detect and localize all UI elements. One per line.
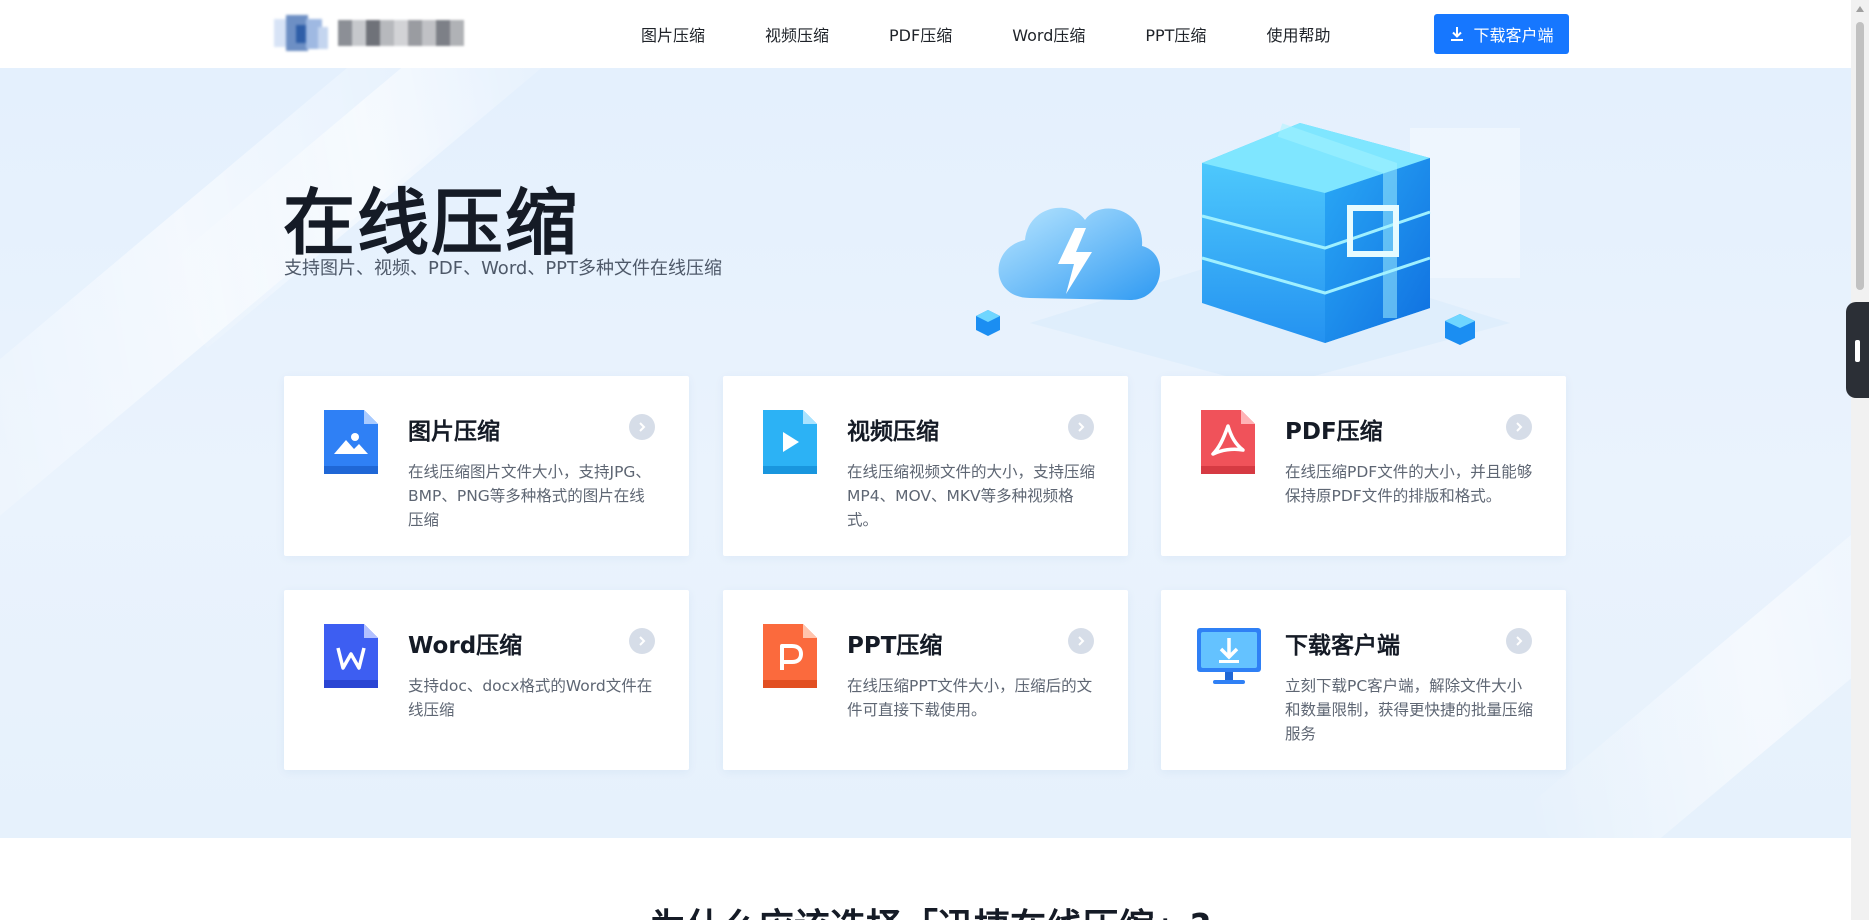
chevron-right-icon[interactable]: [629, 628, 655, 654]
page-scrollbar[interactable]: [1851, 0, 1869, 920]
card-title: PPT压缩: [847, 633, 943, 659]
ppt-file-icon: [763, 624, 817, 688]
image-file-icon: [324, 410, 378, 474]
chevron-right-icon[interactable]: [1506, 414, 1532, 440]
card-download-client[interactable]: 下载客户端 立刻下载PC客户端，解除文件大小和数量限制，获得更快捷的批量压缩服务: [1161, 590, 1566, 770]
nav-item-help[interactable]: 使用帮助: [1266, 22, 1330, 46]
card-ppt-compress[interactable]: PPT压缩 在线压缩PPT文件大小，压缩后的文件可直接下载使用。: [723, 590, 1128, 770]
hero-illustration: [976, 123, 1520, 388]
chevron-right-icon[interactable]: [1068, 628, 1094, 654]
chevron-right-icon[interactable]: [1068, 414, 1094, 440]
main-nav: 图片压缩 视频压缩 PDF压缩 Word压缩 PPT压缩 使用帮助: [641, 0, 1330, 68]
why-choose-heading: 为什么应该选择「迅捷在线压缩」?: [650, 898, 1211, 920]
card-description: 在线压缩PDF文件的大小，并且能够保持原PDF文件的排版和格式。: [1285, 463, 1533, 505]
why-choose-section: 为什么应该选择「迅捷在线压缩」?: [0, 838, 1851, 920]
card-image-compress[interactable]: 图片压缩 在线压缩图片文件大小，支持JPG、BMP、PNG等多种格式的图片在线压…: [284, 376, 689, 556]
hero-subtitle: 支持图片、视频、PDF、Word、PPT多种文件在线压缩: [284, 258, 723, 279]
download-icon: [1451, 27, 1464, 41]
nav-item-image-compress[interactable]: 图片压缩: [641, 22, 705, 46]
top-header: 图片压缩 视频压缩 PDF压缩 Word压缩 PPT压缩 使用帮助 下载客户端: [0, 0, 1851, 68]
chevron-right-icon[interactable]: [1506, 628, 1532, 654]
card-video-compress[interactable]: 视频压缩 在线压缩视频文件的大小，支持压缩MP4、MOV、MKV等多种视频格式。: [723, 376, 1128, 556]
card-word-compress[interactable]: Word压缩 支持doc、docx格式的Word文件在线压缩: [284, 590, 689, 770]
nav-item-ppt-compress[interactable]: PPT压缩: [1145, 22, 1206, 46]
side-drawer-handle[interactable]: [1846, 302, 1869, 398]
card-pdf-compress[interactable]: PDF压缩 在线压缩PDF文件的大小，并且能够保持原PDF文件的排版和格式。: [1161, 376, 1566, 556]
video-file-icon: [763, 410, 817, 474]
card-description: 立刻下载PC客户端，解除文件大小和数量限制，获得更快捷的批量压缩服务: [1285, 677, 1534, 743]
nav-item-word-compress[interactable]: Word压缩: [1012, 22, 1085, 46]
site-logo[interactable]: [274, 15, 464, 51]
card-title: 下载客户端: [1285, 633, 1400, 659]
card-title: PDF压缩: [1285, 419, 1383, 445]
logo-mark-icon: [274, 15, 330, 51]
card-title: 视频压缩: [847, 419, 939, 445]
monitor-download-icon: [1197, 628, 1261, 684]
pdf-file-icon: [1201, 410, 1255, 474]
scrollbar-thumb[interactable]: [1856, 22, 1864, 290]
download-client-label: 下载客户端: [1473, 26, 1554, 45]
nav-item-pdf-compress[interactable]: PDF压缩: [889, 22, 952, 46]
card-title: Word压缩: [408, 633, 523, 659]
card-description: 在线压缩PPT文件大小，压缩后的文件可直接下载使用。: [847, 677, 1093, 719]
card-description: 在线压缩图片文件大小，支持JPG、BMP、PNG等多种格式的图片在线压缩: [408, 463, 651, 529]
word-file-icon: [324, 624, 378, 688]
download-client-button[interactable]: 下载客户端: [1434, 14, 1569, 54]
logo-wordmark: [338, 20, 464, 46]
scroll-up-icon[interactable]: [1856, 6, 1864, 12]
card-title: 图片压缩: [408, 419, 500, 445]
card-description: 在线压缩视频文件的大小，支持压缩MP4、MOV、MKV等多种视频格式。: [847, 463, 1096, 529]
nav-item-video-compress[interactable]: 视频压缩: [765, 22, 829, 46]
card-description: 支持doc、docx格式的Word文件在线压缩: [408, 677, 653, 719]
handle-grip-icon: [1855, 340, 1860, 362]
chevron-right-icon[interactable]: [629, 414, 655, 440]
hero-section: 在线压缩 支持图片、视频、PDF、Word、PPT多种文件在线压缩 图片压缩 在…: [0, 68, 1851, 838]
